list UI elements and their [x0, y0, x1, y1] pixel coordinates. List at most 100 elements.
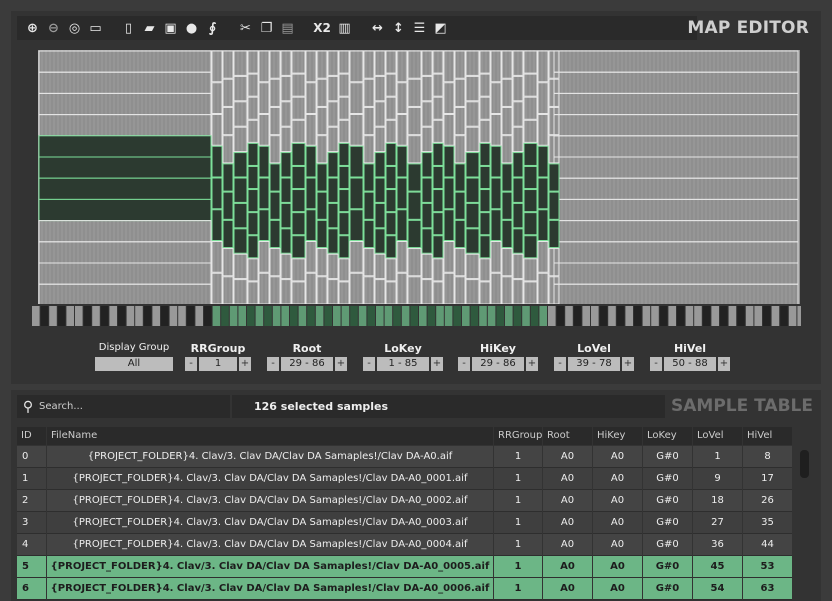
zone[interactable] — [349, 82, 364, 114]
zone[interactable] — [374, 126, 386, 153]
selected-zone[interactable] — [490, 177, 502, 210]
keyboard-key[interactable] — [685, 306, 694, 326]
rrgroup-increment-button[interactable]: + — [239, 357, 251, 371]
headphones-icon[interactable]: ◎ — [65, 18, 84, 38]
keyboard-key[interactable] — [100, 306, 109, 326]
search-icon[interactable]: ⚲ — [17, 399, 39, 415]
root-value[interactable]: 29 - 86 — [281, 357, 333, 371]
zone[interactable] — [465, 75, 480, 102]
selected-zone[interactable] — [291, 235, 306, 259]
zone[interactable] — [454, 78, 466, 107]
selected-zone[interactable] — [338, 235, 350, 259]
lovel-increment-button[interactable]: + — [622, 357, 634, 371]
zone[interactable] — [553, 50, 799, 73]
zone[interactable] — [222, 106, 234, 136]
selected-zone[interactable] — [443, 145, 455, 178]
selected-zone[interactable] — [454, 191, 466, 220]
selected-zone[interactable] — [247, 142, 259, 166]
keyboard-key[interactable] — [350, 306, 358, 326]
keyboard-key[interactable] — [333, 306, 341, 326]
selected-zone[interactable] — [247, 165, 259, 190]
horizontal-resize-icon[interactable]: ↔ — [368, 18, 387, 38]
zone[interactable] — [454, 248, 466, 277]
diagonal-icon[interactable]: ◩ — [431, 18, 450, 38]
selected-zone[interactable] — [512, 152, 524, 178]
zone[interactable] — [338, 119, 350, 143]
selected-zone[interactable] — [338, 142, 350, 166]
selected-zone[interactable] — [233, 228, 248, 254]
selected-zone[interactable] — [327, 152, 339, 178]
keyboard-key[interactable] — [152, 306, 160, 326]
selected-zone[interactable] — [512, 228, 524, 254]
zone[interactable] — [553, 177, 799, 200]
selected-zone[interactable] — [222, 191, 234, 220]
zone[interactable] — [553, 71, 799, 94]
zone[interactable] — [338, 73, 350, 97]
rrgroup-decrement-button[interactable]: - — [185, 357, 197, 371]
zone[interactable] — [233, 253, 248, 280]
zone[interactable] — [349, 114, 364, 146]
selected-zone[interactable] — [316, 163, 328, 192]
zone[interactable] — [233, 75, 248, 102]
selected-zone[interactable] — [432, 189, 444, 213]
keyboard-key[interactable] — [608, 306, 616, 326]
keyboard-key[interactable] — [161, 306, 169, 326]
selected-zone[interactable] — [269, 219, 281, 249]
column-header-rrgroup[interactable]: RRGroup — [494, 427, 542, 445]
keyboard-key[interactable] — [591, 306, 599, 326]
rrgroup-value[interactable]: 1 — [199, 357, 237, 371]
selected-zone[interactable] — [280, 202, 292, 229]
selected-zone[interactable] — [280, 177, 292, 203]
table-row[interactable]: 3 {PROJECT_FOLDER}4. Clav/3. Clav DA/Cla… — [17, 512, 793, 534]
table-row[interactable]: 4 {PROJECT_FOLDER}4. Clav/3. Clav DA/Cla… — [17, 534, 793, 556]
keyboard-key[interactable] — [290, 306, 298, 326]
selected-zone[interactable] — [327, 177, 339, 203]
selected-zone[interactable] — [269, 191, 281, 220]
keyboard-key[interactable] — [384, 306, 393, 326]
keyboard-key[interactable] — [556, 306, 565, 326]
zone[interactable] — [465, 279, 480, 304]
keyboard-key[interactable] — [135, 306, 143, 326]
selected-zone[interactable] — [338, 189, 350, 213]
column-header-lokey[interactable]: LoKey — [643, 427, 692, 445]
keyboard-key[interactable] — [255, 306, 264, 326]
selected-zone[interactable] — [523, 235, 538, 259]
keyboard-key[interactable] — [358, 306, 367, 326]
selected-zone[interactable] — [465, 152, 480, 178]
keyboard-key[interactable] — [32, 306, 40, 326]
selected-zone[interactable] — [305, 145, 317, 178]
zone[interactable] — [349, 50, 364, 83]
selected-zone[interactable] — [327, 202, 339, 229]
zone[interactable] — [553, 92, 799, 116]
keyboard-key[interactable] — [178, 306, 186, 326]
zone[interactable] — [258, 82, 270, 114]
selected-zone[interactable] — [327, 228, 339, 254]
open-folder-icon[interactable]: ▰ — [140, 18, 159, 38]
zone[interactable] — [233, 279, 248, 304]
selected-zone[interactable] — [432, 212, 444, 236]
selected-zone[interactable] — [374, 202, 386, 229]
selected-zone[interactable] — [38, 198, 212, 222]
keyboard-key[interactable] — [221, 306, 229, 326]
zone[interactable] — [465, 126, 480, 153]
selected-zone[interactable] — [280, 228, 292, 254]
selected-zone[interactable] — [523, 189, 538, 213]
zone[interactable] — [454, 106, 466, 136]
selected-zone[interactable] — [537, 177, 549, 210]
keyboard-key[interactable] — [410, 306, 418, 326]
selected-zone[interactable] — [421, 152, 433, 178]
zone[interactable] — [553, 114, 799, 137]
keyboard-key[interactable] — [453, 306, 461, 326]
keyboard-key[interactable] — [444, 306, 453, 326]
zone[interactable] — [490, 241, 502, 273]
keyboard-key[interactable] — [470, 306, 479, 326]
zone[interactable] — [38, 220, 212, 243]
zone[interactable] — [454, 50, 466, 79]
selected-zone[interactable] — [501, 191, 513, 220]
selected-zone[interactable] — [523, 165, 538, 190]
selected-zone[interactable] — [349, 209, 364, 241]
selected-zone[interactable] — [222, 219, 234, 249]
selected-zone[interactable] — [421, 177, 433, 203]
selected-zone[interactable] — [349, 145, 364, 178]
keyboard-key[interactable] — [75, 306, 83, 326]
